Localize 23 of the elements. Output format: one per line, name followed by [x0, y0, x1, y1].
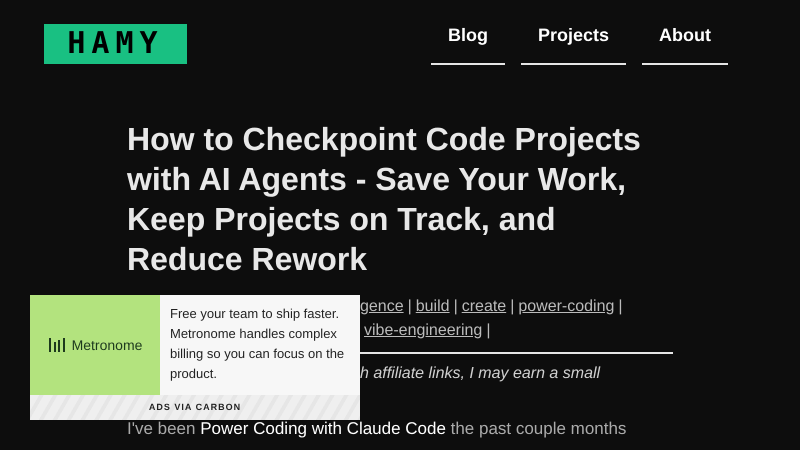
- ad-brand: Metronome: [72, 336, 142, 354]
- tag-separator: |: [486, 321, 490, 341]
- nav-link[interactable]: Blog: [430, 22, 505, 65]
- ad-text: Free your team to ship faster. Metronome handles complex billing so you can focus on the product.: [169, 305, 346, 383]
- tag-separator: |: [510, 297, 514, 317]
- tag-link[interactable]: build: [416, 295, 450, 319]
- tag-link[interactable]: power-coding: [518, 295, 614, 319]
- tag-separator: |: [454, 297, 458, 317]
- nav-link[interactable]: Projects: [520, 22, 626, 65]
- ad-footer[interactable]: ADS VIA CARBON: [148, 400, 242, 414]
- ad-card[interactable]: Metronome Free your team to ship faster. Metronome handles complex billing so you can focus on the product. ADS VIA CARBON: [30, 295, 360, 420]
- nav-link[interactable]: About: [642, 22, 728, 65]
- tag-link[interactable]: create: [462, 295, 506, 319]
- logo[interactable]: HAMY: [44, 24, 187, 64]
- affiliate-disclosure: h affiliate links, I may earn a small: [360, 364, 600, 384]
- bars-icon: [48, 337, 66, 353]
- tag-separator: |: [408, 297, 412, 317]
- tag-link[interactable]: gence: [360, 295, 404, 319]
- body-link[interactable]: Power Coding with Claude Code: [200, 419, 446, 438]
- body-paragraph: I've been Power Coding with Claude Code the past couple months: [127, 419, 628, 439]
- tag-link[interactable]: vibe-engineering: [364, 319, 482, 343]
- article-title: How to Checkpoint Code Projects with AI Agents - Save Your Work, Keep Projects on Track, and Reduce Rework: [127, 120, 642, 279]
- tag-separator: |: [618, 297, 623, 317]
